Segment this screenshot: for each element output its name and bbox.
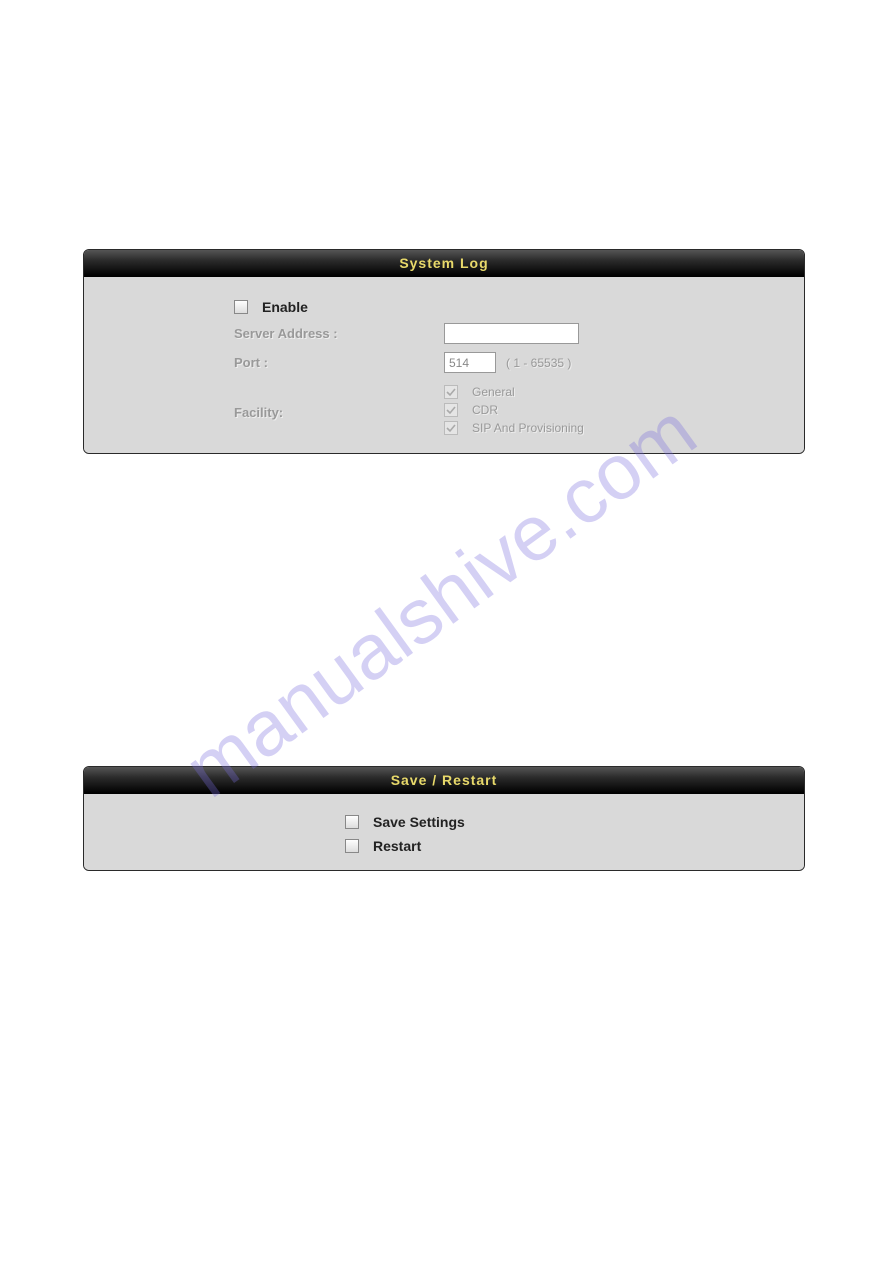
server-address-input[interactable] (444, 323, 579, 344)
save-restart-header: Save / Restart (84, 767, 804, 794)
port-label: Port : (84, 355, 444, 370)
save-restart-panel: Save / Restart Save Settings Restart (83, 766, 805, 871)
port-row: Port : ( 1 - 65535 ) (84, 348, 804, 377)
system-log-body: Enable Server Address : Port : ( 1 - 655… (84, 277, 804, 453)
enable-checkbox[interactable] (234, 300, 248, 314)
save-settings-label: Save Settings (373, 814, 465, 830)
facility-row: Facility: General CDR (84, 377, 804, 439)
system-log-panel: System Log Enable Server Address : Port … (83, 249, 805, 454)
restart-checkbox[interactable] (345, 839, 359, 853)
facility-group: General CDR SIP And Provisioning (444, 385, 584, 435)
facility-item-sip: SIP And Provisioning (444, 421, 584, 435)
server-address-row: Server Address : (84, 319, 804, 348)
facility-cdr-checkbox[interactable] (444, 403, 458, 417)
save-settings-checkbox[interactable] (345, 815, 359, 829)
facility-general-label: General (472, 385, 515, 399)
system-log-title: System Log (399, 255, 488, 271)
server-address-label: Server Address : (84, 326, 444, 341)
save-settings-row: Save Settings (84, 810, 804, 834)
save-restart-title: Save / Restart (391, 772, 498, 788)
restart-row: Restart (84, 834, 804, 858)
facility-sip-checkbox[interactable] (444, 421, 458, 435)
facility-label: Facility: (84, 385, 444, 420)
check-icon (446, 405, 456, 415)
facility-cdr-label: CDR (472, 403, 498, 417)
check-icon (446, 387, 456, 397)
restart-label: Restart (373, 838, 421, 854)
check-icon (446, 423, 456, 433)
port-hint: ( 1 - 65535 ) (506, 356, 571, 370)
facility-sip-label: SIP And Provisioning (472, 421, 584, 435)
facility-general-checkbox[interactable] (444, 385, 458, 399)
save-restart-body: Save Settings Restart (84, 794, 804, 870)
facility-item-cdr: CDR (444, 403, 584, 417)
facility-item-general: General (444, 385, 584, 399)
enable-label: Enable (262, 299, 308, 315)
port-input[interactable] (444, 352, 496, 373)
system-log-header: System Log (84, 250, 804, 277)
enable-row: Enable (84, 295, 804, 319)
